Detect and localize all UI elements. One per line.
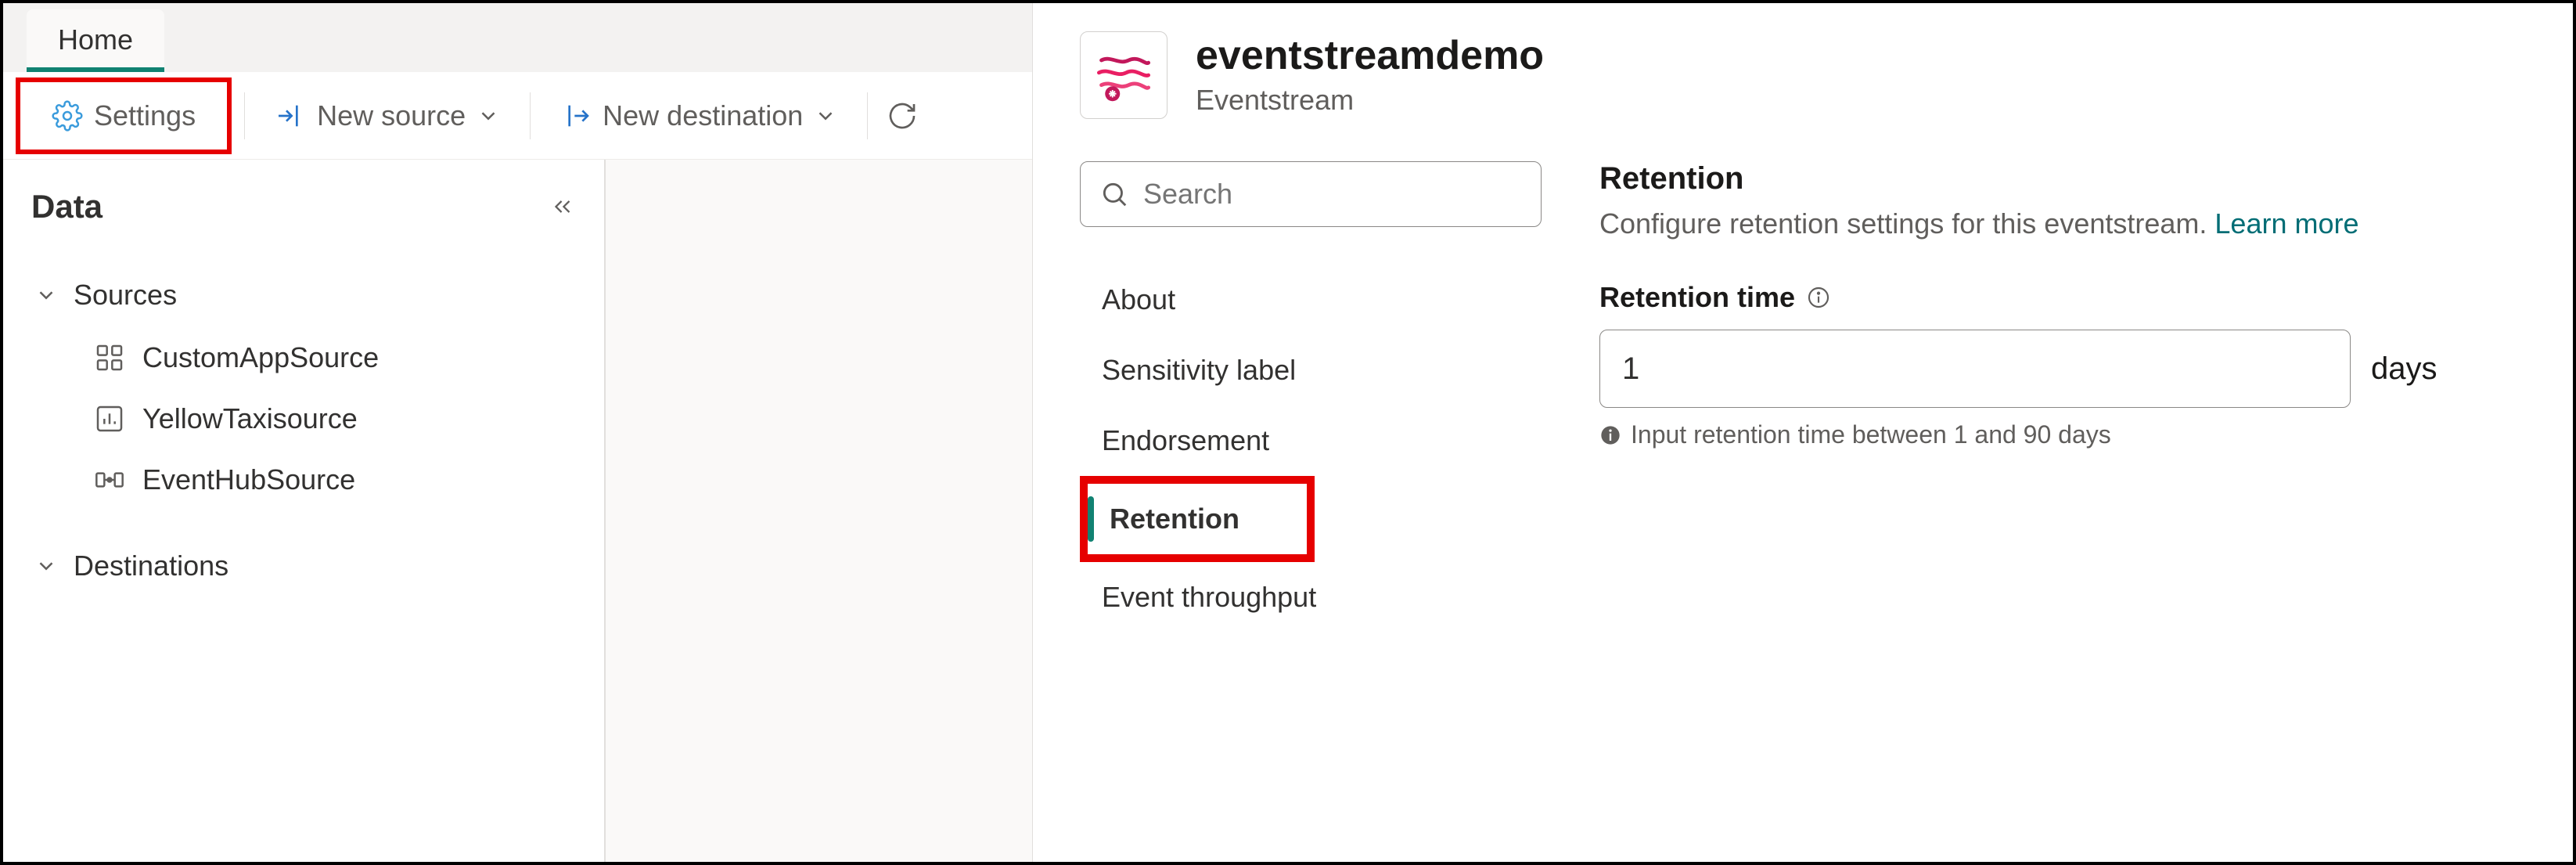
sources-label: Sources: [74, 279, 177, 312]
retention-heading: Retention: [1599, 161, 2529, 196]
settings-title: eventstreamdemo: [1196, 34, 1544, 78]
eventhub-icon: [94, 464, 125, 496]
settings-flyout: eventstreamdemo Eventstream About Sensit…: [1032, 3, 2573, 862]
eventstream-icon: [1094, 45, 1153, 105]
nav-retention[interactable]: Retention: [1088, 484, 1307, 554]
info-solid-icon: [1599, 424, 1621, 446]
chevron-down-icon: [34, 283, 58, 307]
data-panel-title: Data: [31, 188, 103, 225]
destinations-section-header[interactable]: Destinations: [31, 534, 576, 598]
nav-sensitivity[interactable]: Sensitivity label: [1080, 335, 1542, 405]
source-item-eventhub[interactable]: EventHubSource: [31, 449, 576, 510]
source-item-customapp[interactable]: CustomAppSource: [31, 327, 576, 388]
sources-section-header[interactable]: Sources: [31, 263, 576, 327]
highlight-settings: Settings: [16, 77, 232, 154]
new-source-button[interactable]: New source: [257, 88, 517, 143]
refresh-button[interactable]: [880, 89, 924, 142]
settings-label: Settings: [94, 99, 196, 132]
chevron-down-icon: [34, 554, 58, 578]
search-icon: [1099, 179, 1129, 209]
learn-more-link[interactable]: Learn more: [2214, 207, 2358, 240]
chevron-down-icon: [477, 104, 500, 128]
settings-content: Retention Configure retention settings f…: [1556, 161, 2529, 834]
new-destination-label: New destination: [603, 99, 803, 132]
nav-event-throughput[interactable]: Event throughput: [1080, 562, 1542, 633]
divider: [867, 92, 868, 139]
retention-time-label: Retention time: [1599, 281, 2529, 314]
data-panel: Data Sources CustomAppSource YellowTaxis…: [3, 160, 606, 862]
source-item-yellowtaxi[interactable]: YellowTaxisource: [31, 388, 576, 449]
enter-icon: [275, 100, 306, 132]
chevron-down-icon: [814, 104, 837, 128]
settings-search[interactable]: [1080, 161, 1542, 227]
divider: [530, 92, 531, 139]
canvas-area[interactable]: [606, 160, 1032, 862]
settings-subtitle: Eventstream: [1196, 84, 1544, 117]
nav-about[interactable]: About: [1080, 265, 1542, 335]
retention-unit: days: [2371, 351, 2437, 387]
retention-hint: Input retention time between 1 and 90 da…: [1599, 420, 2529, 449]
chart-icon: [94, 403, 125, 434]
retention-description: Configure retention settings for this ev…: [1599, 207, 2529, 240]
source-label: CustomAppSource: [142, 341, 379, 374]
source-label: EventHubSource: [142, 463, 355, 496]
source-label: YellowTaxisource: [142, 402, 358, 435]
settings-button[interactable]: Settings: [34, 88, 213, 143]
highlight-retention: Retention: [1080, 476, 1315, 562]
settings-search-input[interactable]: [1143, 178, 1522, 211]
eventstream-thumbnail: [1080, 31, 1167, 119]
retention-time-input[interactable]: [1599, 330, 2351, 408]
exit-icon: [560, 100, 592, 132]
app-icon: [94, 342, 125, 373]
new-source-label: New source: [317, 99, 466, 132]
toolbar: Settings New source New destination: [3, 72, 1032, 160]
gear-icon: [52, 100, 83, 132]
divider: [244, 92, 245, 139]
refresh-icon: [887, 100, 918, 132]
collapse-icon[interactable]: [549, 193, 576, 220]
tab-strip: Home: [3, 3, 1032, 72]
settings-nav: About Sensitivity label Endorsement Rete…: [1080, 161, 1542, 834]
info-icon[interactable]: [1806, 285, 1831, 310]
new-destination-button[interactable]: New destination: [543, 88, 854, 143]
destinations-label: Destinations: [74, 550, 228, 582]
nav-endorsement[interactable]: Endorsement: [1080, 405, 1542, 476]
tab-home[interactable]: Home: [27, 9, 164, 72]
